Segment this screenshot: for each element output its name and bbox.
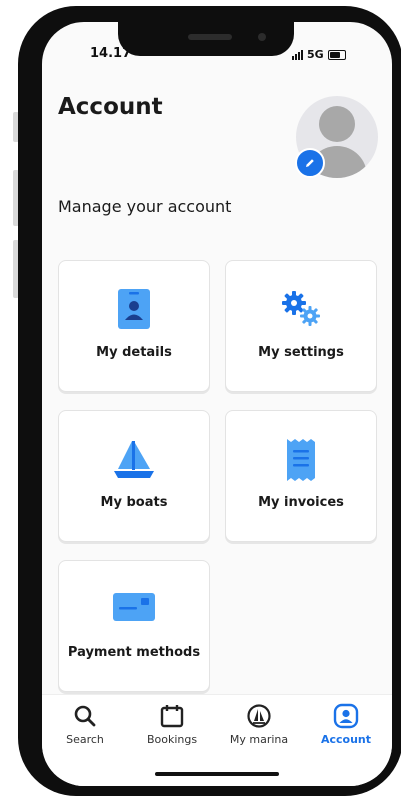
pencil-icon: [306, 159, 314, 167]
signal-icon: [292, 49, 303, 60]
app-screen: 14.17 5G Account Manage your account My …: [42, 22, 392, 786]
speaker-grille: [188, 34, 232, 40]
card-label: My invoices: [258, 495, 344, 510]
account-icon: [333, 703, 359, 729]
payment-methods-card[interactable]: Payment methods: [58, 560, 210, 692]
card-label: My settings: [258, 345, 344, 360]
marina-icon: [247, 704, 271, 728]
avatar-head: [319, 106, 355, 142]
my-settings-card[interactable]: My settings: [225, 260, 377, 392]
card-label: My boats: [100, 495, 168, 510]
edit-avatar-button[interactable]: [295, 148, 325, 178]
page-title: Account: [58, 94, 163, 120]
invoice-icon: [287, 439, 315, 481]
network-type: 5G: [307, 48, 324, 61]
gears-icon: [282, 291, 320, 326]
nav-item-bookings[interactable]: Bookings: [132, 703, 212, 746]
front-camera: [258, 33, 266, 41]
notch: [118, 22, 294, 56]
status-indicators: 5G: [292, 48, 346, 61]
home-indicator[interactable]: [155, 772, 279, 776]
nav-item-search[interactable]: Search: [45, 703, 125, 746]
card-label: Payment methods: [67, 645, 201, 660]
search-icon: [74, 705, 96, 727]
my-boats-card[interactable]: My boats: [58, 410, 210, 542]
battery-icon: [327, 49, 346, 60]
id-card-icon: [118, 289, 150, 329]
nav-label: Account: [320, 733, 372, 746]
card-label: My details: [96, 345, 172, 360]
nav-item-my-marina[interactable]: My marina: [219, 703, 299, 746]
nav-item-account[interactable]: Account: [306, 703, 386, 746]
nav-label: My marina: [229, 733, 289, 746]
nav-label: Search: [66, 733, 104, 746]
my-details-card[interactable]: My details: [58, 260, 210, 392]
section-subtitle: Manage your account: [58, 197, 232, 216]
sailboat-icon: [114, 441, 154, 478]
my-invoices-card[interactable]: My invoices: [225, 410, 377, 542]
calendar-icon: [160, 705, 184, 728]
credit-card-icon: [113, 593, 155, 621]
nav-label: Bookings: [146, 733, 198, 746]
